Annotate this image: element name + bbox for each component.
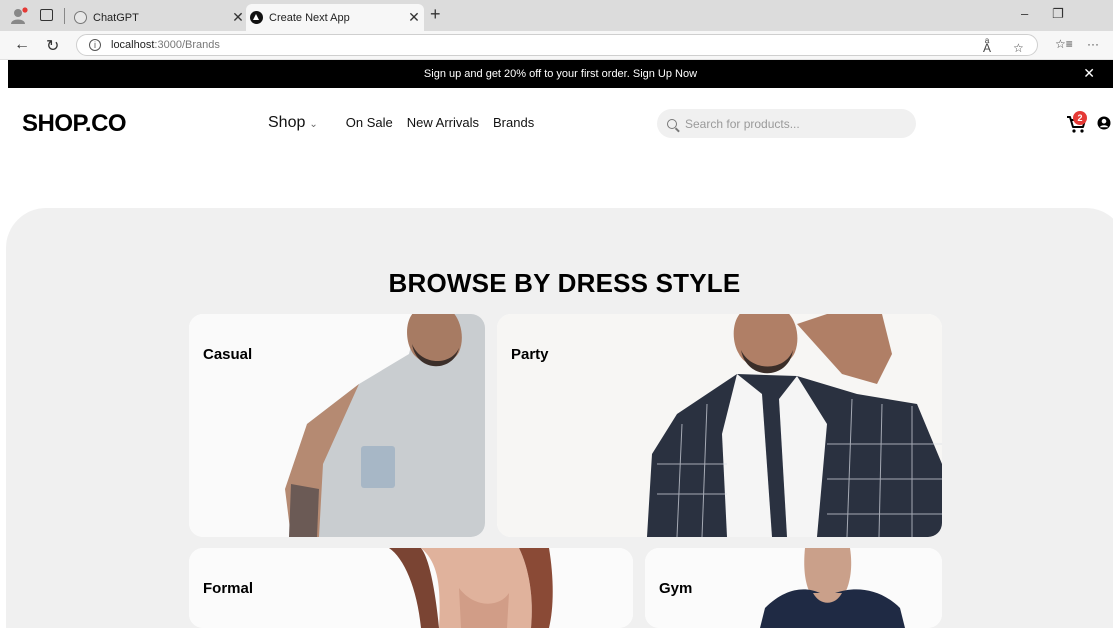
category-label: Gym [659,580,693,597]
nav-brands[interactable]: Brands [493,115,534,130]
promo-text: Sign up and get 20% off to your first or… [423,68,630,80]
close-icon[interactable]: ✕ [1083,65,1095,82]
read-aloud-icon[interactable]: Aͣ [983,41,991,55]
category-card-gym[interactable]: Gym [645,548,942,628]
tab-create-next-app[interactable]: Create Next App ✕ [246,4,424,31]
category-card-party[interactable]: Party [497,314,942,537]
nav-shop[interactable]: Shop ⌄ [268,114,318,132]
nav-on-sale[interactable]: On Sale [346,115,393,130]
refresh-icon[interactable]: ↻ [46,36,59,56]
url-text: localhost:3000/Brands [111,39,220,51]
tab-separator [64,8,65,24]
search-bar [657,109,916,138]
close-icon[interactable]: ✕ [228,9,248,26]
category-card-formal[interactable]: Formal [189,548,633,628]
site-logo[interactable]: SHOP.CO [22,110,127,138]
favorite-star-icon[interactable]: ☆ [1013,41,1024,55]
tab-title: Create Next App [269,11,350,24]
minimize-icon[interactable]: – [1021,6,1028,21]
tab-actions-icon[interactable] [40,9,53,21]
nav-new-arrivals[interactable]: New Arrivals [407,115,479,130]
search-input[interactable] [685,116,905,131]
cart-count-badge: 2 [1073,111,1087,125]
url-field[interactable]: i localhost:3000/Brands Aͣ ☆ [76,34,1038,56]
info-icon[interactable]: i [89,39,101,51]
back-icon[interactable]: ← [14,36,30,54]
favorites-icon[interactable]: ☆≡ [1055,37,1073,51]
tab-chatgpt[interactable]: ChatGPT ✕ [70,4,248,31]
user-icon[interactable] [1097,115,1111,131]
nextjs-favicon-icon [250,11,263,24]
url-host: localhost [111,39,155,51]
category-label: Casual [203,346,253,363]
formal-model-image [189,548,633,628]
category-card-casual[interactable]: Casual [189,314,485,537]
url-path: :3000/Brands [154,39,220,51]
search-icon [667,118,677,129]
party-model-image [497,314,942,537]
browser-tab-bar: ChatGPT ✕ Create Next App ✕ + – ❐ [0,0,1113,31]
section-title: BROWSE BY DRESS STYLE [388,268,741,298]
address-bar: ← ↻ i localhost:3000/Brands Aͣ ☆ ☆≡ ··· [0,31,1113,60]
restore-icon[interactable]: ❐ [1052,6,1064,22]
category-label: Party [511,346,549,363]
nav-shop-label: Shop [268,114,306,131]
sign-up-link[interactable]: Sign Up Now [633,68,697,80]
profile-icon[interactable] [10,7,28,25]
more-icon[interactable]: ··· [1087,37,1099,51]
chatgpt-favicon-icon [74,11,87,24]
close-icon[interactable]: ✕ [404,9,424,26]
chevron-down-icon: ⌄ [309,119,318,130]
category-label: Formal [203,580,254,597]
tab-title: ChatGPT [93,11,139,24]
promo-banner: Sign up and get 20% off to your first or… [8,60,1113,88]
new-tab-icon[interactable]: + [430,4,441,25]
main-nav: Shop ⌄ On Sale New Arrivals Brands [268,114,548,132]
